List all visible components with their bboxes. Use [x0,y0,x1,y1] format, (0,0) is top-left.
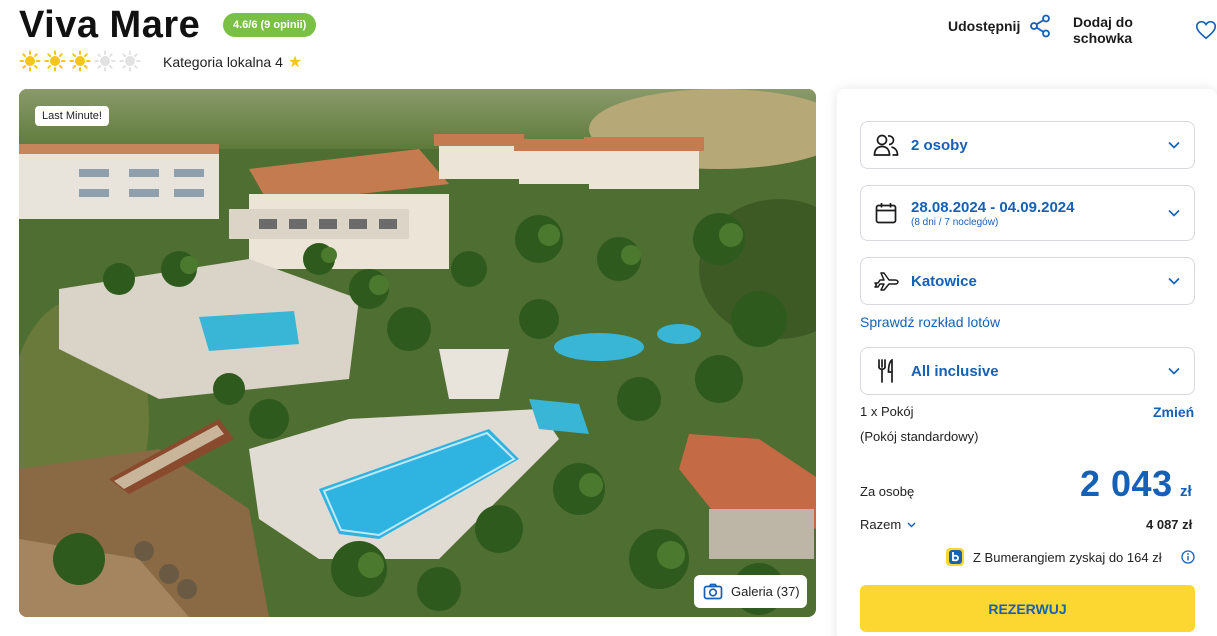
share-icon [1030,14,1051,38]
sun-icon-empty [119,50,141,72]
share-button[interactable]: Udostępnij [948,14,1051,38]
star-icon: ★ [287,54,303,71]
departure-value: Katowice [911,272,977,290]
gallery-label: Galeria (37) [731,584,800,599]
total-price: 4 087 zł [1146,517,1193,532]
share-label: Udostępnij [948,18,1021,34]
per-person-label: Za osobę [860,484,915,499]
cutlery-icon [878,359,893,383]
rating-badge[interactable]: 4.6/6 (9 opinii) [223,13,317,37]
info-icon[interactable] [1181,550,1195,564]
plane-icon [874,272,899,291]
room-count: 1 x Pokój [860,404,914,419]
chevron-down-icon [907,522,916,527]
room-type: (Pokój standardowy) [860,429,979,444]
sun-icon-empty [94,50,116,72]
hotel-aerial-image [19,89,816,617]
dates-value: 28.08.2024 - 04.09.2024 [911,198,1075,216]
chevron-down-icon [1168,367,1180,375]
people-icon [873,134,899,156]
bumerang-text: Z Bumerangiem zyskaj do 164 zł [973,549,1162,565]
sun-icon-filled [69,50,91,72]
board-value: All inclusive [911,362,999,380]
hotel-photo[interactable] [19,89,816,617]
chevron-down-icon [1168,277,1180,285]
price-currency: zł [1180,483,1192,500]
persons-value: 2 osoby [911,136,968,154]
dates-select[interactable]: 28.08.2024 - 04.09.2024 (8 dni / 7 nocle… [860,185,1195,241]
calendar-icon [875,203,897,224]
departure-select[interactable]: Katowice [860,257,1195,305]
local-category: Kategoria lokalna 4 ★ [163,52,302,72]
bumerang-promo: Z Bumerangiem zyskaj do 164 zł [945,547,1162,567]
persons-select[interactable]: 2 osoby [860,121,1195,169]
board-select[interactable]: All inclusive [860,347,1195,395]
dates-nights: (8 dni / 7 noclegów) [911,216,999,228]
last-minute-badge: Last Minute! [35,106,109,126]
reserve-button[interactable]: REZERWUJ [860,585,1195,632]
gallery-button[interactable]: Galeria (37) [694,575,807,608]
sun-icon-filled [19,50,41,72]
change-room-button[interactable]: Zmień [1153,404,1194,420]
hotel-title: Viva Mare [19,4,201,46]
camera-icon [703,583,723,600]
bumerang-logo-icon [946,548,964,566]
category-label: Kategoria lokalna 4 [163,54,283,70]
heart-icon [1195,20,1216,40]
chevron-down-icon [1168,209,1180,217]
sun-icon-filled [44,50,66,72]
flight-schedule-link[interactable]: Sprawdź rozkład lotów [860,314,1000,330]
favorites-label: Dodaj do schowka [1073,14,1133,46]
price-per-person: 2 043 [1080,463,1173,504]
total-toggle[interactable]: Razem [860,517,916,532]
star-rating [19,50,141,72]
add-to-favorites-button[interactable]: Dodaj do schowka [1073,14,1217,46]
total-label: Razem [860,517,902,532]
chevron-down-icon [1168,141,1180,149]
